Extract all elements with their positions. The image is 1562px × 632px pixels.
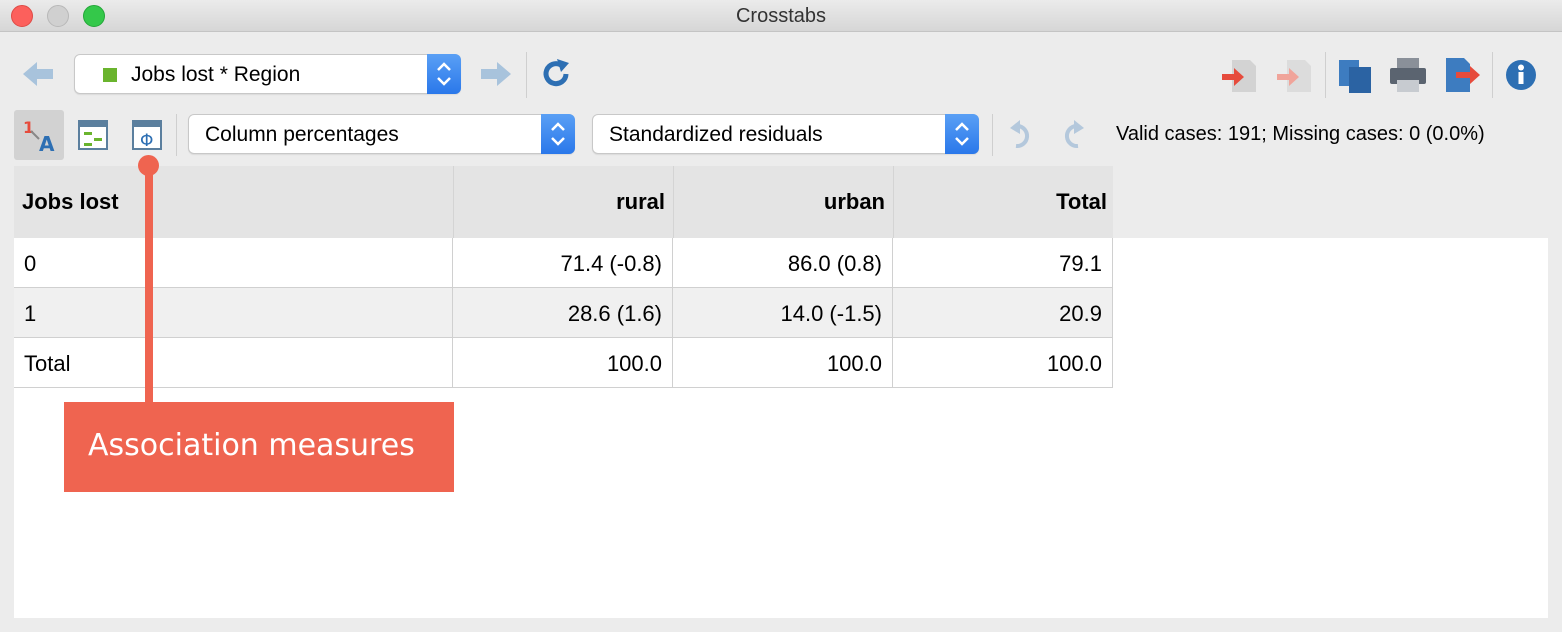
window-title: Crosstabs bbox=[735, 5, 827, 27]
table-cell: 0 bbox=[14, 238, 453, 288]
column-header-jobs-lost[interactable]: Jobs lost bbox=[14, 166, 453, 238]
svg-text:1: 1 bbox=[23, 118, 34, 137]
table-cell: 100.0 bbox=[453, 338, 673, 388]
table-cell: 28.6 (1.6) bbox=[453, 288, 673, 338]
analysis-select[interactable]: Jobs lost * Region bbox=[74, 54, 461, 94]
callout-pointer-dot bbox=[138, 155, 159, 176]
association-measures-callout: Association measures bbox=[64, 402, 454, 492]
back-arrow-icon[interactable] bbox=[20, 58, 56, 90]
crosstab-view: Jobs lost rural urban Total 0 71.4 (-0.8… bbox=[14, 166, 1548, 618]
table-cell: 86.0 (0.8) bbox=[673, 238, 893, 288]
percentages-select-value: Column percentages bbox=[205, 123, 399, 146]
residuals-select[interactable]: Standardized residuals bbox=[592, 114, 979, 154]
callout-pointer-line bbox=[145, 165, 153, 405]
table-cell: 79.1 bbox=[893, 238, 1113, 288]
callout-label: Association measures bbox=[88, 428, 415, 463]
info-icon[interactable] bbox=[1504, 58, 1538, 92]
chevron-updown-icon[interactable] bbox=[945, 114, 979, 154]
export-out-icon[interactable] bbox=[1275, 56, 1313, 94]
table-cell: 100.0 bbox=[673, 338, 893, 388]
table-row-total[interactable]: Total 100.0 100.0 100.0 bbox=[14, 338, 1113, 388]
header-filler bbox=[1112, 166, 1548, 238]
column-header-rural[interactable]: rural bbox=[453, 166, 673, 238]
layout-icon[interactable] bbox=[74, 116, 112, 154]
copy-icon[interactable] bbox=[1336, 56, 1374, 94]
table-cell: 20.9 bbox=[893, 288, 1113, 338]
svg-text:Φ: Φ bbox=[140, 131, 153, 151]
chevron-updown-icon[interactable] bbox=[427, 54, 461, 94]
column-header-label: rural bbox=[616, 189, 665, 214]
percentages-select[interactable]: Column percentages bbox=[188, 114, 575, 154]
table-cell: 14.0 (-1.5) bbox=[673, 288, 893, 338]
undo-icon[interactable] bbox=[1004, 118, 1038, 152]
labels-icon[interactable]: 1A bbox=[14, 110, 64, 160]
chevron-updown-icon[interactable] bbox=[541, 114, 575, 154]
table-row[interactable]: 1 28.6 (1.6) 14.0 (-1.5) 20.9 bbox=[14, 288, 1113, 338]
export-icon[interactable] bbox=[1442, 56, 1482, 94]
table-cell: 1 bbox=[14, 288, 453, 338]
forward-arrow-icon[interactable] bbox=[478, 58, 514, 90]
export-in-icon[interactable] bbox=[1220, 56, 1258, 94]
print-icon[interactable] bbox=[1388, 56, 1428, 94]
redo-icon[interactable] bbox=[1056, 118, 1090, 152]
table-row[interactable]: 0 71.4 (-0.8) 86.0 (0.8) 79.1 bbox=[14, 238, 1113, 288]
table-cell: 100.0 bbox=[893, 338, 1113, 388]
column-header-total[interactable]: Total bbox=[893, 166, 1113, 238]
phi-icon[interactable]: Φ bbox=[128, 116, 166, 154]
analysis-select-value: Jobs lost * Region bbox=[131, 63, 301, 86]
cases-status: Valid cases: 191; Missing cases: 0 (0.0%… bbox=[1116, 123, 1485, 145]
column-header-label: urban bbox=[823, 189, 885, 214]
table-cell: Total bbox=[14, 338, 453, 388]
column-header-label: Total bbox=[1056, 189, 1107, 214]
navigation-toolbar: Jobs lost * Region bbox=[0, 50, 1562, 100]
title-bar: Crosstabs bbox=[0, 0, 1562, 32]
svg-text:A: A bbox=[39, 132, 55, 155]
table-cell: 71.4 (-0.8) bbox=[453, 238, 673, 288]
variable-color-icon bbox=[103, 68, 117, 82]
column-header-urban[interactable]: urban bbox=[673, 166, 893, 238]
residuals-select-value: Standardized residuals bbox=[609, 123, 823, 146]
column-header-label: Jobs lost bbox=[22, 189, 119, 214]
refresh-icon[interactable] bbox=[538, 56, 574, 92]
